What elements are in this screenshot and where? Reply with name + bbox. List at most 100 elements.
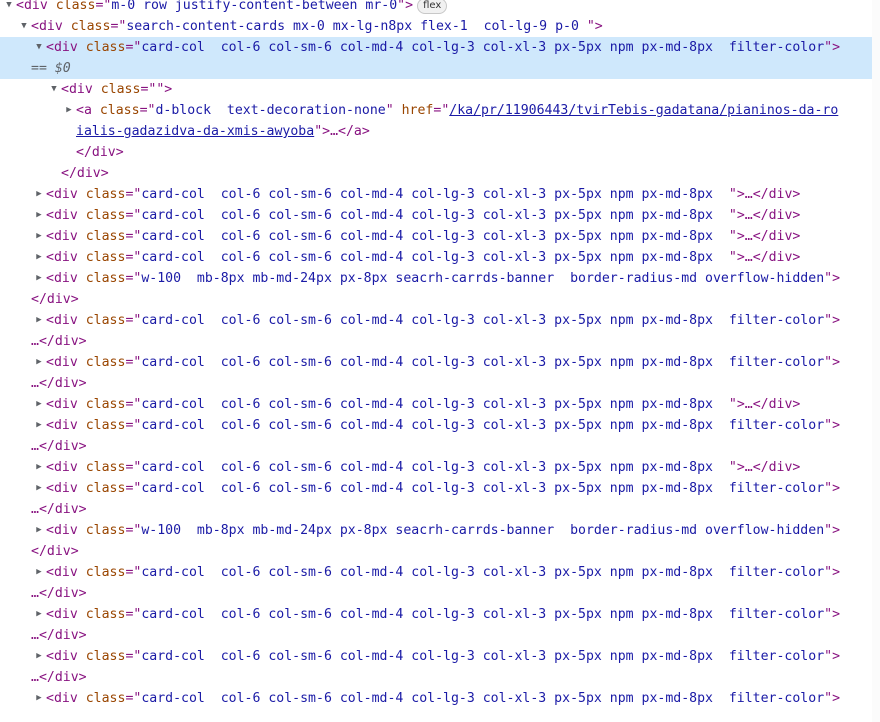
dom-node-row[interactable]: == $0 xyxy=(0,58,880,79)
dom-node-row[interactable]: </div> xyxy=(0,163,880,184)
dom-node-row[interactable]: ▶ <div class="card-col col-6 col-sm-6 col… xyxy=(0,604,880,625)
attribute-name: class xyxy=(85,313,126,328)
attribute-name: class xyxy=(85,208,126,223)
collapse-triangle-icon[interactable]: ▶ xyxy=(34,520,44,541)
dom-node-row[interactable]: </div> xyxy=(0,142,880,163)
attribute-name: class xyxy=(85,481,126,496)
attribute-value: card-col col-6 col-sm-6 col-md-4 col-lg-… xyxy=(141,40,825,55)
dom-node-row[interactable]: ▶ <div class="w-100 mb-8px mb-md-24px px-… xyxy=(0,520,880,541)
href-link-continued[interactable]: ialis-gadazidva-da-xmis-awyoba xyxy=(76,124,314,139)
node-content: <div class="card-col col-6 col-sm-6 col-… xyxy=(46,688,840,709)
vertical-scrollbar[interactable] xyxy=(872,0,880,722)
expand-triangle-icon[interactable]: ▼ xyxy=(49,79,59,100)
dom-node-row[interactable]: ▼ <div class="card-col col-6 col-sm-6 col… xyxy=(0,37,880,58)
dom-node-row[interactable]: ▶ <div class="card-col col-6 col-sm-6 col… xyxy=(0,394,880,415)
attribute-name: class xyxy=(99,103,140,118)
dom-node-row[interactable]: </div> xyxy=(0,289,880,310)
expand-triangle-icon[interactable]: ▼ xyxy=(19,16,29,37)
collapse-triangle-icon[interactable]: ▶ xyxy=(34,604,44,625)
dom-node-row[interactable]: …</div> xyxy=(0,373,880,394)
dom-node-row[interactable]: ▶ <div class="card-col col-6 col-sm-6 col… xyxy=(0,184,880,205)
collapse-triangle-icon[interactable]: ▶ xyxy=(34,457,44,478)
closing-tag: </div> xyxy=(76,145,124,160)
tag-end: > xyxy=(164,82,173,97)
dom-node-row[interactable]: ▶ <div class="card-col col-6 col-sm-6 col… xyxy=(0,646,880,667)
href-link[interactable]: /ka/pr/11906443/tvirTebis-gadatana/piani… xyxy=(449,103,838,118)
attribute-punct: " xyxy=(728,187,737,202)
collapse-triangle-icon[interactable]: ▶ xyxy=(34,184,44,205)
dom-node-row[interactable]: …</div> xyxy=(0,625,880,646)
collapse-triangle-icon[interactable]: ▶ xyxy=(34,352,44,373)
tag-name-text: div xyxy=(68,82,93,97)
tag-end: > xyxy=(405,0,414,13)
dom-node-row[interactable]: ▼ <div class="m-0 row justify-content-bet… xyxy=(0,0,880,16)
collapse-triangle-icon[interactable]: ▶ xyxy=(34,562,44,583)
collapse-triangle-icon[interactable]: ▶ xyxy=(34,226,44,247)
collapse-triangle-icon[interactable]: ▶ xyxy=(34,688,44,709)
dom-node-row[interactable]: ▼ <div class=""> xyxy=(0,79,880,100)
tag-name-text: div xyxy=(53,355,78,370)
attribute-punct: =" xyxy=(139,103,156,118)
dom-node-row[interactable]: ▶ <div class="w-100 mb-8px mb-md-24px px-… xyxy=(0,268,880,289)
tag-name: < xyxy=(46,187,54,202)
tag-name: < xyxy=(46,523,54,538)
attribute-name: class xyxy=(85,187,126,202)
collapse-triangle-icon[interactable]: ▶ xyxy=(34,478,44,499)
expand-triangle-icon[interactable]: ▼ xyxy=(34,37,44,58)
attribute-punct: " xyxy=(824,271,833,286)
collapse-triangle-icon[interactable]: ▶ xyxy=(34,415,44,436)
dom-node-row[interactable]: ▼ <div class="search-content-cards mx-0 m… xyxy=(0,16,880,37)
collapse-triangle-icon[interactable]: ▶ xyxy=(34,205,44,226)
attribute-name: class xyxy=(85,250,126,265)
dom-node-row[interactable]: …</div> xyxy=(0,331,880,352)
closing-tag: </div> xyxy=(31,544,79,559)
attribute-punct: " xyxy=(586,19,595,34)
attribute-value: card-col col-6 col-sm-6 col-md-4 col-lg-… xyxy=(141,229,729,244)
dom-node-row[interactable]: </div> xyxy=(0,541,880,562)
node-content: <div class="w-100 mb-8px mb-md-24px px-8… xyxy=(46,268,840,289)
dom-node-row[interactable]: …</div> xyxy=(0,499,880,520)
tag-name-text: div xyxy=(23,0,48,13)
dom-node-row[interactable]: ▶ <div class="card-col col-6 col-sm-6 col… xyxy=(0,415,880,436)
tag-name: < xyxy=(46,208,54,223)
node-content: …</div> xyxy=(31,373,87,394)
collapse-triangle-icon[interactable]: ▶ xyxy=(34,310,44,331)
flex-badge[interactable]: flex xyxy=(417,0,448,14)
tag-name: < xyxy=(46,313,54,328)
closing-tag: </div> xyxy=(61,166,109,181)
attribute-punct: =" xyxy=(95,0,112,13)
dom-node-row[interactable]: ▶ <div class="card-col col-6 col-sm-6 col… xyxy=(0,205,880,226)
dom-node-row[interactable]: ▶ <div class="card-col col-6 col-sm-6 col… xyxy=(0,478,880,499)
dom-node-row[interactable]: ▶ <div class="card-col col-6 col-sm-6 col… xyxy=(0,352,880,373)
collapse-triangle-icon[interactable]: ▶ xyxy=(34,646,44,667)
dom-node-row[interactable]: …</div> xyxy=(0,583,880,604)
dom-node-row[interactable]: ialis-gadazidva-da-xmis-awyoba">…</a> xyxy=(0,121,880,142)
attribute-value: m-0 row justify-content-between mr-0 xyxy=(111,0,398,13)
dom-node-row[interactable]: ▶ <div class="card-col col-6 col-sm-6 col… xyxy=(0,310,880,331)
tag-name-text: div xyxy=(53,418,78,433)
attribute-punct: " xyxy=(824,607,833,622)
dom-node-row[interactable]: ▶ <div class="card-col col-6 col-sm-6 col… xyxy=(0,562,880,583)
expand-triangle-icon[interactable]: ▼ xyxy=(4,0,14,16)
collapse-triangle-icon[interactable]: ▶ xyxy=(34,268,44,289)
attribute-punct: " xyxy=(824,523,833,538)
dom-node-row[interactable]: …</div> xyxy=(0,667,880,688)
attribute-punct: =" xyxy=(125,187,142,202)
dom-node-row[interactable]: …</div> xyxy=(0,436,880,457)
dom-node-row[interactable]: ▶ <a class="d-block text-decoration-none"… xyxy=(0,100,880,121)
dom-node-row[interactable]: ▶ <div class="card-col col-6 col-sm-6 col… xyxy=(0,247,880,268)
attribute-name: class xyxy=(85,565,126,580)
dom-node-row[interactable]: ▶ <div class="card-col col-6 col-sm-6 col… xyxy=(0,457,880,478)
node-content: <div class="card-col col-6 col-sm-6 col-… xyxy=(46,184,800,205)
attribute-name: class xyxy=(85,229,126,244)
attribute-punct: =" xyxy=(125,313,142,328)
tag-name-text: div xyxy=(53,649,78,664)
collapse-triangle-icon[interactable]: ▶ xyxy=(64,100,74,121)
dom-node-row[interactable]: ▶ <div class="card-col col-6 col-sm-6 col… xyxy=(0,226,880,247)
collapse-triangle-icon[interactable]: ▶ xyxy=(34,394,44,415)
attribute-name: class xyxy=(85,523,126,538)
collapse-triangle-icon[interactable]: ▶ xyxy=(34,247,44,268)
closing-tag: …</div> xyxy=(31,439,87,454)
dom-node-row[interactable]: ▶ <div class="card-col col-6 col-sm-6 col… xyxy=(0,688,880,709)
node-content: == $0 xyxy=(31,58,71,79)
